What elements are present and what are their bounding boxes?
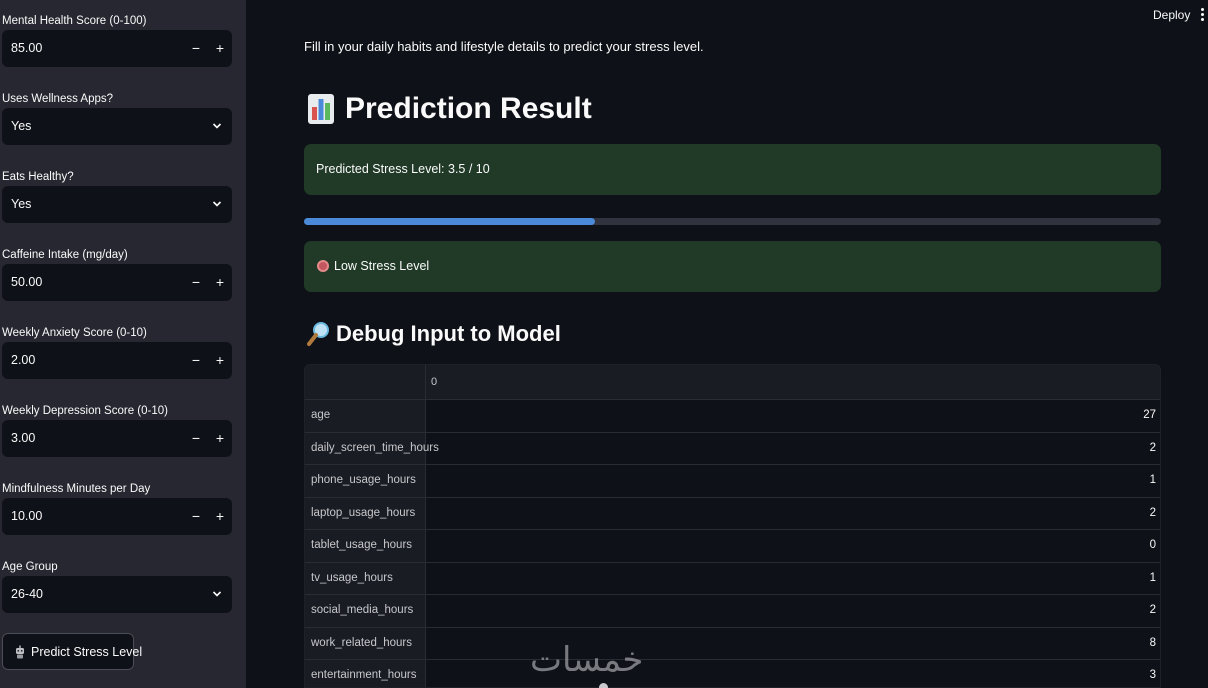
table-row: tablet_usage_hours 0 xyxy=(305,529,1160,562)
row-label: laptop_usage_hours xyxy=(305,497,426,530)
age-group-field: Age Group 26-40 xyxy=(2,558,232,613)
index-header-cell xyxy=(305,365,426,399)
decrement-button[interactable]: − xyxy=(190,342,202,379)
row-label: entertainment_hours xyxy=(305,660,426,687)
row-value: 0 xyxy=(1149,539,1156,551)
scroll-indicator xyxy=(599,683,608,688)
sidebar: Mental Health Score (0-100) 85.00 − + Us… xyxy=(0,0,246,688)
mindfulness-input[interactable]: 10.00 − + xyxy=(2,498,232,535)
decrement-button[interactable]: − xyxy=(190,264,202,301)
wellness-apps-label: Uses Wellness Apps? xyxy=(2,93,114,105)
mental-health-field: Mental Health Score (0-100) 85.00 − + xyxy=(2,12,232,67)
depression-label: Weekly Depression Score (0-10) xyxy=(2,405,168,417)
eats-healthy-select[interactable]: Yes xyxy=(2,186,232,223)
row-value: 2 xyxy=(1149,604,1156,616)
increment-button[interactable]: + xyxy=(214,420,226,457)
column-header: 0 xyxy=(431,376,438,388)
table-row: tv_usage_hours 1 xyxy=(305,561,1160,595)
depression-input[interactable]: 3.00 − + xyxy=(2,420,232,457)
anxiety-input[interactable]: 2.00 − + xyxy=(2,342,232,379)
predict-stress-button[interactable]: Predict Stress Level xyxy=(2,633,142,670)
eats-healthy-label: Eats Healthy? xyxy=(2,171,74,183)
table-row: social_media_hours 2 xyxy=(305,594,1160,627)
result-title: Prediction Result xyxy=(345,92,592,125)
row-label: work_related_hours xyxy=(305,627,426,660)
row-value: 27 xyxy=(1143,409,1156,421)
mental-health-value[interactable]: 85.00 xyxy=(11,30,42,67)
table-header: 0 xyxy=(305,365,1160,399)
mindfulness-value[interactable]: 10.00 xyxy=(11,498,42,535)
row-label: social_media_hours xyxy=(305,595,426,627)
increment-button[interactable]: + xyxy=(214,498,226,535)
debug-title: Debug Input to Model xyxy=(336,321,561,346)
row-label: age xyxy=(305,400,426,432)
table-row: age 27 xyxy=(305,399,1160,432)
table-row: laptop_usage_hours 2 xyxy=(305,496,1160,530)
stress-progress-fill xyxy=(304,218,596,225)
chevron-down-icon[interactable] xyxy=(212,199,222,209)
decrement-button[interactable]: − xyxy=(190,30,202,67)
chevron-down-icon[interactable] xyxy=(212,121,222,131)
mindfulness-field: Mindfulness Minutes per Day 10.00 − + xyxy=(2,480,232,535)
watermark-logo: خمسات xyxy=(530,640,644,680)
table-row: phone_usage_hours 1 xyxy=(305,464,1160,497)
caffeine-field: Caffeine Intake (mg/day) 50.00 − + xyxy=(2,246,232,301)
row-label: tablet_usage_hours xyxy=(305,530,426,562)
stress-progress-bar xyxy=(304,218,1161,225)
anxiety-field: Weekly Anxiety Score (0-10) 2.00 − + xyxy=(2,324,232,379)
row-value: 2 xyxy=(1149,506,1156,519)
mental-health-input[interactable]: 85.00 − + xyxy=(2,30,232,67)
chevron-down-icon[interactable] xyxy=(212,589,222,599)
debug-input-table: 0 age 27 daily_screen_time_hours 2 phone_usa… xyxy=(304,364,1161,688)
table-row: entertainment_hours 3 xyxy=(305,659,1160,687)
row-label: tv_usage_hours xyxy=(305,562,426,595)
row-value: 3 xyxy=(1149,669,1156,681)
row-label: daily_screen_time_hours xyxy=(305,432,439,465)
caffeine-input[interactable]: 50.00 − + xyxy=(2,264,232,301)
anxiety-label: Weekly Anxiety Score (0-10) xyxy=(2,327,147,339)
wellness-apps-value[interactable]: Yes xyxy=(11,108,31,145)
anxiety-value[interactable]: 2.00 xyxy=(11,342,35,379)
row-value: 1 xyxy=(1149,474,1156,486)
depression-value[interactable]: 3.00 xyxy=(11,420,35,457)
row-value: 1 xyxy=(1149,571,1156,584)
increment-button[interactable]: + xyxy=(214,264,226,301)
table-row: work_related_hours 8 xyxy=(305,626,1160,660)
mental-health-label: Mental Health Score (0-100) xyxy=(2,15,147,27)
predict-button-label[interactable]: Predict Stress Level xyxy=(31,634,142,671)
more-options-icon[interactable] xyxy=(1199,8,1205,22)
table-row: daily_screen_time_hours 2 xyxy=(305,431,1160,465)
age-group-value[interactable]: 26-40 xyxy=(11,576,43,613)
increment-button[interactable]: + xyxy=(214,30,226,67)
caffeine-value[interactable]: 50.00 xyxy=(11,264,42,301)
red-circle-icon xyxy=(317,260,329,272)
predicted-stress-text: Predicted Stress Level: 3.5 / 10 xyxy=(316,162,490,176)
prediction-alert: Predicted Stress Level: 3.5 / 10 xyxy=(304,144,1161,195)
eats-healthy-field: Eats Healthy? Yes xyxy=(2,168,232,223)
caffeine-label: Caffeine Intake (mg/day) xyxy=(2,249,128,261)
depression-field: Weekly Depression Score (0-10) 3.00 − + xyxy=(2,402,232,457)
deploy-button[interactable]: Deploy xyxy=(1153,8,1190,22)
bar-chart-icon xyxy=(308,94,334,124)
increment-button[interactable]: + xyxy=(214,342,226,379)
age-group-select[interactable]: 26-40 xyxy=(2,576,232,613)
row-label: phone_usage_hours xyxy=(305,465,426,497)
stress-level-text: Low Stress Level xyxy=(334,259,430,273)
mindfulness-label: Mindfulness Minutes per Day xyxy=(2,483,151,495)
row-value: 2 xyxy=(1149,441,1156,454)
decrement-button[interactable]: − xyxy=(190,420,202,457)
row-value: 8 xyxy=(1149,636,1156,649)
magnifier-icon xyxy=(307,322,329,346)
eats-healthy-value[interactable]: Yes xyxy=(11,186,31,223)
wellness-apps-select[interactable]: Yes xyxy=(2,108,232,145)
intro-text: Fill in your daily habits and lifestyle … xyxy=(304,39,704,54)
robot-icon xyxy=(16,645,24,659)
age-group-label: Age Group xyxy=(2,561,58,573)
stress-level-alert: Low Stress Level xyxy=(304,241,1161,292)
decrement-button[interactable]: − xyxy=(190,498,202,535)
wellness-apps-field: Uses Wellness Apps? Yes xyxy=(2,90,232,145)
